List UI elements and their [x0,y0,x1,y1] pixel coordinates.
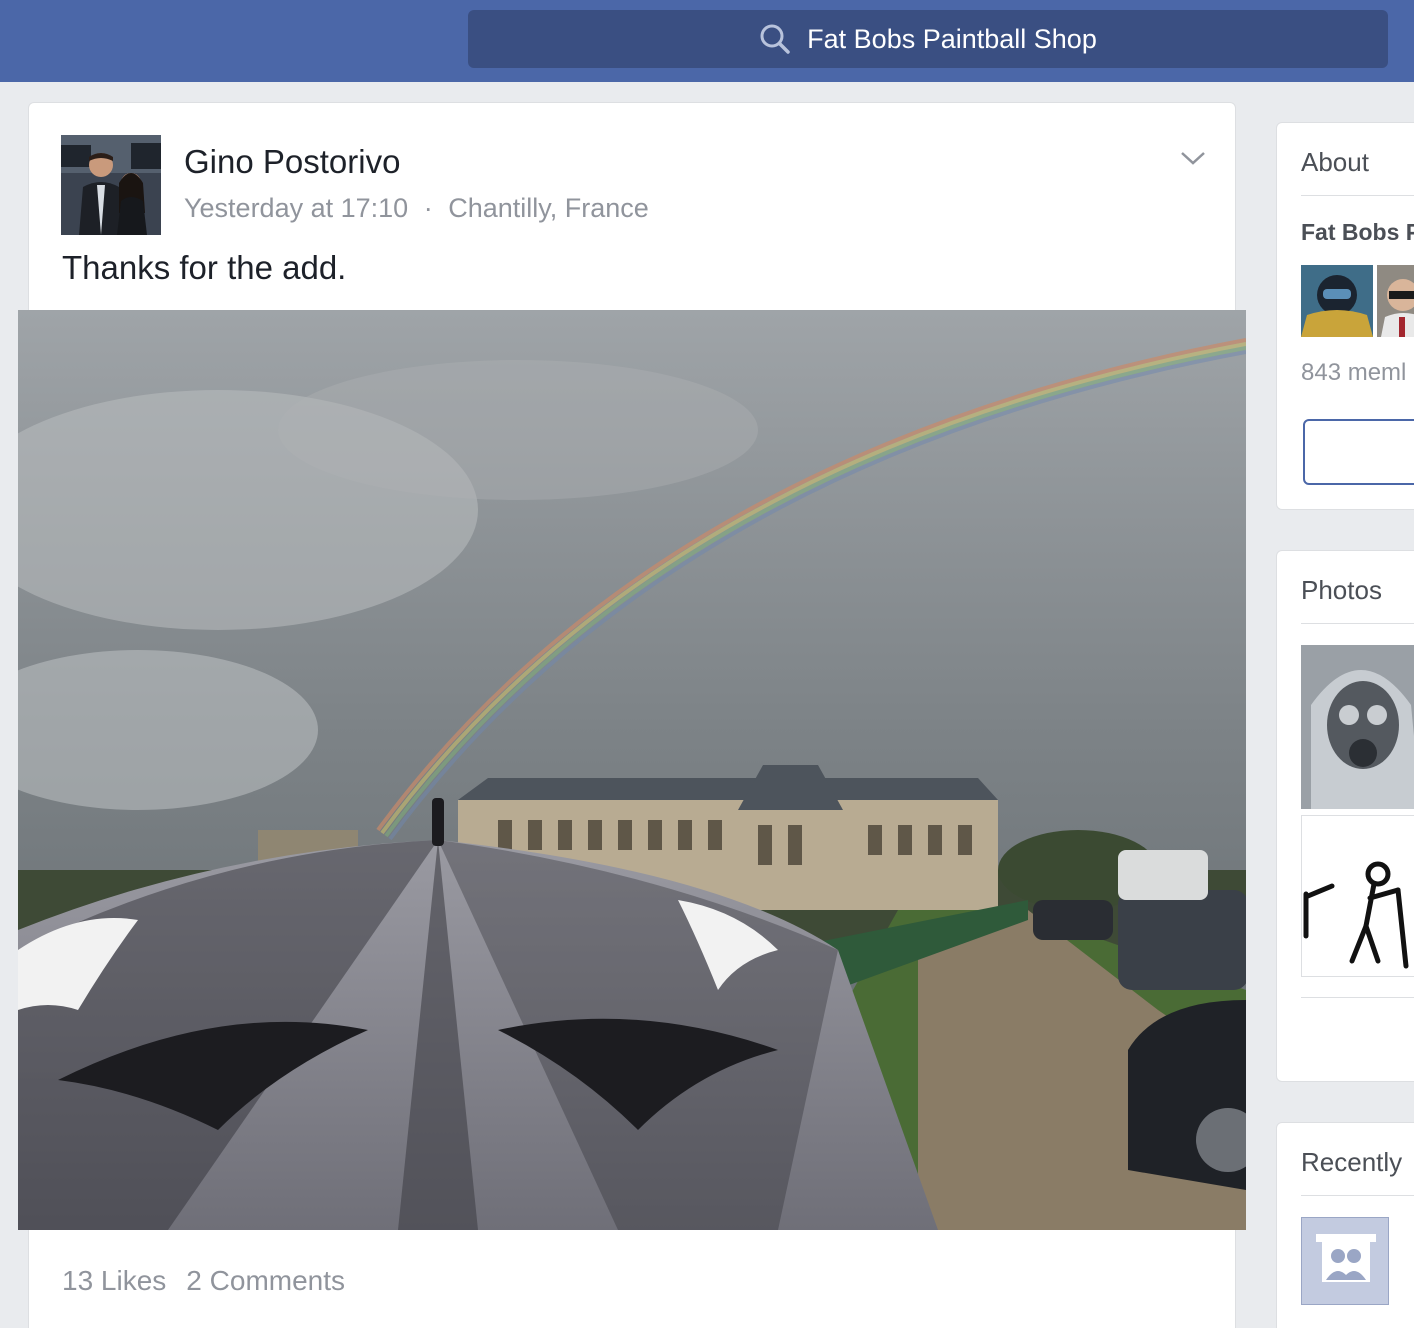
post-location[interactable]: Chantilly, France [448,193,649,223]
group-name[interactable]: Fat Bobs P [1301,219,1414,246]
comments-count[interactable]: 2 Comments [186,1265,345,1296]
search-text: Fat Bobs Paintball Shop [807,23,1097,54]
meta-separator: · [423,193,433,223]
group-placeholder-icon[interactable] [1301,1217,1389,1305]
post-text: Thanks for the add. [62,249,347,286]
members-count[interactable]: 843 meml [1301,359,1406,387]
author-name[interactable]: Gino Postorivo [184,143,400,181]
post-counts: 13 Likes 2 Comments [62,1265,345,1297]
photo-thumbnail[interactable] [1301,645,1414,809]
top-bar: Fat Bobs Paintball Shop [0,0,1414,82]
member-avatar[interactable] [1301,265,1373,337]
divider [1301,1195,1414,1196]
photos-title[interactable]: Photos [1301,575,1382,606]
photo-thumbnail[interactable] [1301,815,1414,977]
about-card: About Fat Bobs P 843 meml [1276,122,1414,510]
search-icon [760,24,790,54]
post-meta: Yesterday at 17:10 · Chantilly, France [184,193,649,224]
divider [1301,997,1414,998]
post-timestamp[interactable]: Yesterday at 17:10 [184,193,408,223]
likes-count[interactable]: 13 Likes [62,1265,166,1296]
divider [1301,623,1414,624]
about-title[interactable]: About [1301,147,1369,178]
post-photo[interactable] [18,310,1246,1230]
join-group-button[interactable] [1303,419,1414,485]
author-avatar[interactable] [61,135,161,235]
search-bar[interactable]: Fat Bobs Paintball Shop [468,10,1388,68]
divider [1301,195,1414,196]
member-avatar[interactable] [1377,265,1414,337]
recent-card: Recently [1276,1122,1414,1328]
recent-title[interactable]: Recently [1301,1147,1402,1178]
photos-card: Photos [1276,550,1414,1082]
chevron-down-icon[interactable] [1179,149,1207,167]
